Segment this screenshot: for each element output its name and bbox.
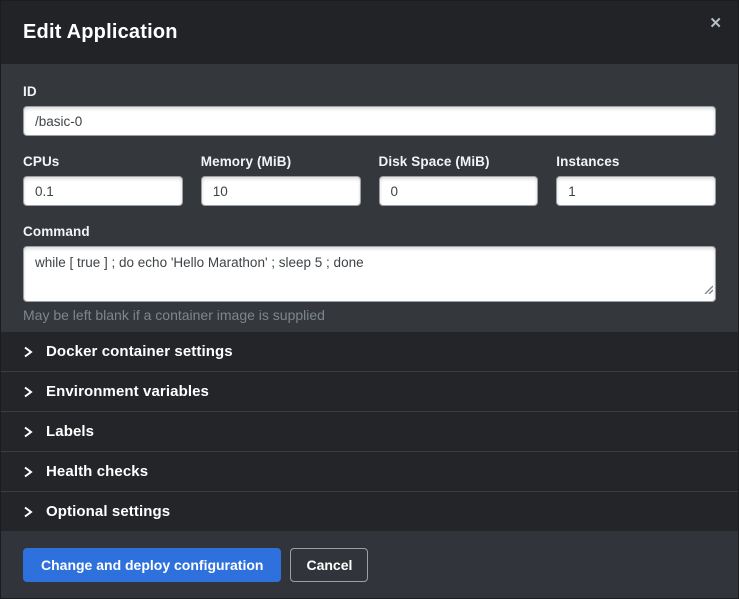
cpus-field-group: CPUs [23,154,183,206]
section-docker-container-settings[interactable]: Docker container settings [1,332,738,371]
section-label: Labels [46,423,94,440]
section-label: Optional settings [46,503,170,520]
section-optional-settings[interactable]: Optional settings [1,491,738,531]
modal-title: Edit Application [23,21,178,44]
section-label: Health checks [46,463,148,480]
id-label: ID [23,84,716,99]
disk-field-group: Disk Space (MiB) [379,154,539,206]
instances-field-group: Instances [556,154,716,206]
edit-application-modal: Edit Application ✕ ID CPUs Memory (MiB) … [0,0,739,599]
memory-field-group: Memory (MiB) [201,154,361,206]
section-health-checks[interactable]: Health checks [1,451,738,491]
cpus-label: CPUs [23,154,183,169]
command-textarea[interactable]: while [ true ] ; do echo 'Hello Marathon… [23,246,716,302]
command-field-group: Command while [ true ] ; do echo 'Hello … [23,224,716,323]
collapsible-sections: Docker container settings Environment va… [1,332,738,531]
disk-label: Disk Space (MiB) [379,154,539,169]
id-input[interactable] [23,106,716,136]
cancel-button[interactable]: Cancel [290,548,368,582]
memory-input[interactable] [201,176,361,206]
instances-input[interactable] [556,176,716,206]
application-form: ID CPUs Memory (MiB) Disk Space (MiB) In… [1,64,738,332]
chevron-right-icon [23,425,33,439]
resources-row: CPUs Memory (MiB) Disk Space (MiB) Insta… [23,154,716,206]
chevron-right-icon [23,345,33,359]
cpus-input[interactable] [23,176,183,206]
section-environment-variables[interactable]: Environment variables [1,371,738,411]
memory-label: Memory (MiB) [201,154,361,169]
command-help-text: May be left blank if a container image i… [23,307,716,323]
close-icon[interactable]: ✕ [709,16,722,31]
section-label: Environment variables [46,383,209,400]
section-label: Docker container settings [46,343,233,360]
instances-label: Instances [556,154,716,169]
modal-footer: Change and deploy configuration Cancel [1,531,738,598]
modal-header: Edit Application ✕ [1,1,738,64]
chevron-right-icon [23,505,33,519]
disk-input[interactable] [379,176,539,206]
chevron-right-icon [23,465,33,479]
section-labels[interactable]: Labels [1,411,738,451]
command-label: Command [23,224,716,239]
chevron-right-icon [23,385,33,399]
change-and-deploy-button[interactable]: Change and deploy configuration [23,548,281,582]
id-field-group: ID [23,84,716,136]
